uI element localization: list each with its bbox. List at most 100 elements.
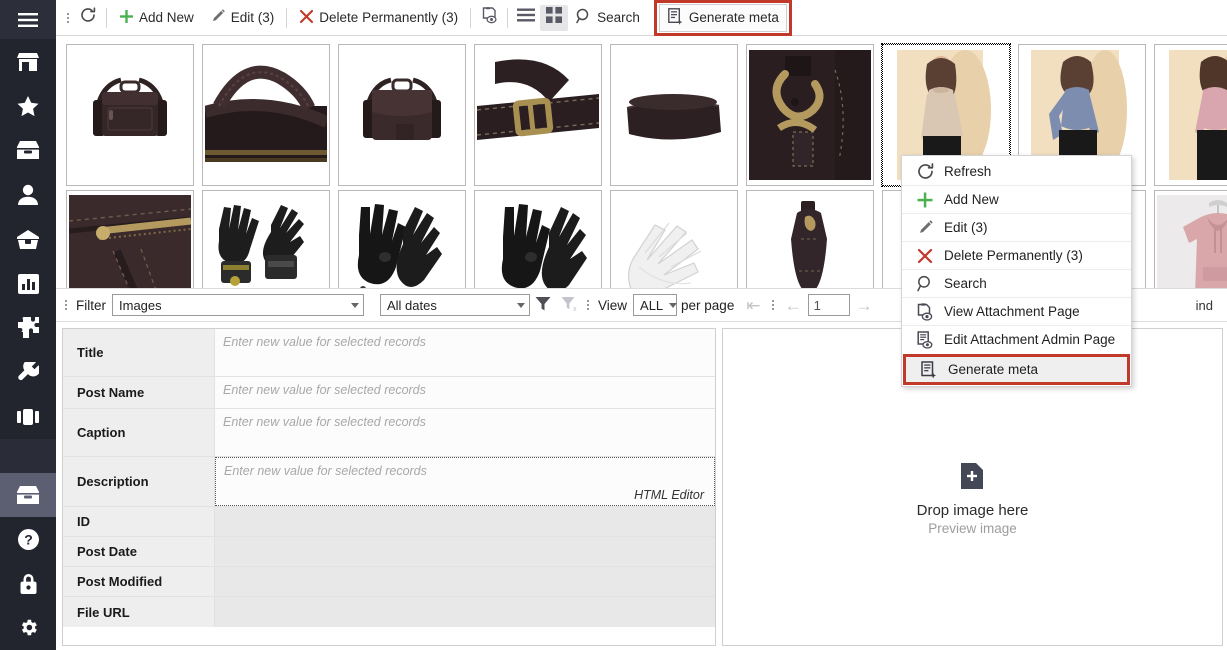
- chevron-down-icon: [669, 303, 677, 308]
- thumbnail-work-gloves[interactable]: [202, 190, 330, 288]
- form-row-file-url: File URL: [63, 597, 715, 627]
- hamburger-icon: [17, 12, 39, 28]
- filter-label: Filter: [76, 298, 106, 313]
- thumbnail-leather-gloves-1[interactable]: [338, 190, 466, 288]
- edit-button[interactable]: Edit (3): [202, 4, 283, 32]
- caption-input[interactable]: Enter new value for selected records: [215, 409, 715, 456]
- field-label: Post Date: [63, 537, 215, 566]
- page-number-value: 1: [814, 298, 821, 313]
- sidebar-item-settings[interactable]: [0, 606, 56, 650]
- archive-box-icon: [17, 140, 39, 160]
- first-page-button[interactable]: ⇤: [740, 297, 766, 314]
- filter-drag-grip[interactable]: [60, 295, 72, 315]
- context-menu-label: Search: [944, 276, 987, 291]
- apply-filter-button[interactable]: [530, 293, 556, 317]
- description-input[interactable]: Enter new value for selected records HTM…: [215, 457, 715, 506]
- sidebar: ?: [0, 0, 56, 650]
- add-new-button[interactable]: Add New: [111, 4, 202, 32]
- date-filter-value: All dates: [387, 298, 437, 313]
- thumbnail-briefcase-front[interactable]: [338, 44, 466, 186]
- view-drag-grip[interactable]: [582, 295, 594, 315]
- svg-text:?: ?: [24, 531, 33, 547]
- toolbar-drag-grip[interactable]: [62, 8, 74, 28]
- filter-type-value: Images: [119, 298, 162, 313]
- page-number-input[interactable]: 1: [808, 294, 850, 316]
- date-filter-select[interactable]: All dates: [380, 294, 530, 316]
- sidebar-item-tools[interactable]: [0, 350, 56, 394]
- clear-filter-button[interactable]: x: [556, 293, 582, 317]
- sidebar-item-archive[interactable]: [0, 128, 56, 172]
- delete-permanently-button[interactable]: Delete Permanently (3): [291, 4, 466, 32]
- toolbar-separator: [286, 8, 287, 28]
- thumbnail-bag-side[interactable]: [746, 190, 874, 288]
- title-input[interactable]: Enter new value for selected records: [215, 329, 715, 376]
- list-view-button[interactable]: [512, 5, 540, 31]
- post-name-input[interactable]: Enter new value for selected records: [215, 377, 715, 408]
- plus-icon: [119, 9, 134, 27]
- thumbnail-strap-clasp[interactable]: [746, 44, 874, 186]
- post-date-value: [215, 537, 715, 566]
- thumbnail-white-gloves[interactable]: [610, 190, 738, 288]
- thumbnail-zipper-detail[interactable]: [66, 190, 194, 288]
- html-editor-toggle[interactable]: HTML Editor: [634, 488, 706, 502]
- context-menu-item-edit-attachment-admin-page[interactable]: Edit Attachment Admin Page: [902, 326, 1131, 353]
- view-attachment-icon: [906, 303, 944, 321]
- context-menu-item-refresh[interactable]: Refresh: [902, 158, 1131, 185]
- bulk-edit-form: ··· Title Enter new value for selected r…: [62, 328, 716, 646]
- context-menu-item-view-attachment-page[interactable]: View Attachment Page: [902, 298, 1131, 325]
- sidebar-item-store[interactable]: [0, 39, 56, 83]
- funnel-clear-icon: x: [561, 296, 578, 315]
- grid-view-button[interactable]: [540, 5, 568, 31]
- prev-page-button[interactable]: ←: [779, 297, 808, 314]
- field-label: Post Modified: [63, 567, 215, 596]
- svg-text:x: x: [573, 306, 577, 312]
- sidebar-item-security[interactable]: [0, 561, 56, 605]
- thumbnail-belt-buckle[interactable]: [474, 44, 602, 186]
- thumbnail-briefcase-handle[interactable]: [202, 44, 330, 186]
- field-label: ID: [63, 507, 215, 536]
- refresh-button[interactable]: [74, 5, 102, 31]
- context-menu-item-add-new[interactable]: Add New: [902, 186, 1131, 213]
- context-menu: Refresh Add New Edit (3): [901, 155, 1132, 387]
- view-attachment-button[interactable]: [475, 5, 503, 31]
- wrench-icon: [18, 362, 39, 383]
- sidebar-item-menu-toggle[interactable]: [0, 0, 56, 39]
- sidebar-item-media[interactable]: [0, 473, 56, 517]
- form-row-post-modified: Post Modified: [63, 567, 715, 597]
- thumbnail-briefcase-bottom[interactable]: [610, 44, 738, 186]
- list-view-icon: [517, 8, 535, 27]
- context-menu-item-edit[interactable]: Edit (3): [902, 214, 1131, 241]
- pencil-icon: [210, 8, 226, 27]
- context-menu-label: Delete Permanently (3): [944, 248, 1083, 263]
- context-menu-item-delete-permanently[interactable]: Delete Permanently (3): [902, 242, 1131, 269]
- sidebar-item-plugins[interactable]: [0, 306, 56, 350]
- form-row-title: Title Enter new value for selected recor…: [63, 329, 715, 377]
- sidebar-item-users[interactable]: [0, 173, 56, 217]
- delete-label: Delete Permanently (3): [319, 10, 458, 25]
- thumbnail-model-pink-top[interactable]: [1154, 44, 1227, 186]
- sidebar-divider: [0, 439, 56, 473]
- form-row-description: Description Enter new value for selected…: [63, 457, 715, 507]
- field-label: Description: [63, 457, 215, 506]
- sidebar-item-shipping[interactable]: [0, 217, 56, 261]
- sidebar-item-favorites[interactable]: [0, 84, 56, 128]
- sidebar-item-help[interactable]: ?: [0, 517, 56, 561]
- filter-type-select[interactable]: Images: [112, 294, 364, 316]
- pager-drag-grip[interactable]: [767, 295, 779, 315]
- toolbar-separator: [470, 8, 471, 28]
- drop-subtitle: Preview image: [917, 521, 1029, 536]
- next-page-button[interactable]: →: [850, 297, 879, 314]
- context-menu-item-search[interactable]: Search: [902, 270, 1131, 297]
- generate-meta-button[interactable]: Generate meta: [659, 4, 787, 32]
- context-menu-label: Generate meta: [948, 362, 1038, 377]
- context-menu-item-generate-meta[interactable]: Generate meta: [906, 357, 1127, 382]
- view-count-select[interactable]: ALL: [633, 294, 677, 316]
- sidebar-item-modules[interactable]: [0, 395, 56, 439]
- thumbnail-briefcase-back[interactable]: [66, 44, 194, 186]
- edit-attachment-icon: [906, 331, 944, 349]
- sidebar-item-reports[interactable]: [0, 261, 56, 305]
- funnel-icon: [535, 296, 551, 315]
- search-button[interactable]: Search: [568, 4, 648, 32]
- thumbnail-leather-gloves-2[interactable]: [474, 190, 602, 288]
- thumbnail-pink-hoodie[interactable]: [1154, 190, 1227, 288]
